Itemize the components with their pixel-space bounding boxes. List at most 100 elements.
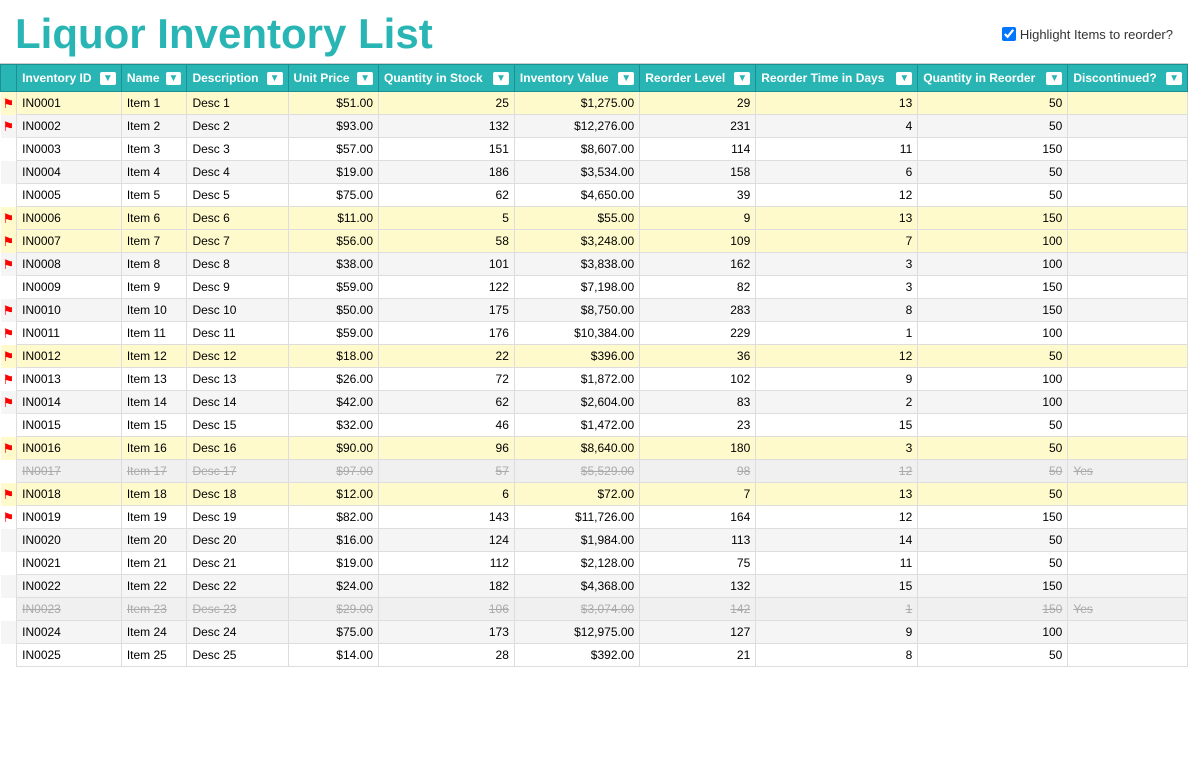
table-cell xyxy=(1068,575,1188,598)
filter-discontinued[interactable]: ▼ xyxy=(1166,72,1182,85)
highlight-label[interactable]: Highlight Items to reorder? xyxy=(1020,27,1173,42)
table-cell: 98 xyxy=(640,460,756,483)
table-cell: IN0003 xyxy=(17,138,122,161)
table-cell: Item 25 xyxy=(121,644,187,667)
col-header-qty-stock: Quantity in Stock ▼ xyxy=(379,65,515,92)
table-cell: $59.00 xyxy=(288,276,378,299)
table-cell: 58 xyxy=(379,230,515,253)
table-row: IN0015Item 15Desc 15$32.0046$1,472.00231… xyxy=(1,414,1188,437)
flag-cell xyxy=(1,552,17,575)
table-cell: 25 xyxy=(379,92,515,115)
table-cell xyxy=(1068,529,1188,552)
table-row: ⚑IN0018Item 18Desc 18$12.006$72.0071350 xyxy=(1,483,1188,506)
table-cell: $12.00 xyxy=(288,483,378,506)
filter-inv-value[interactable]: ▼ xyxy=(618,72,634,85)
flag-icon: ⚑ xyxy=(3,119,15,134)
table-cell: $82.00 xyxy=(288,506,378,529)
table-cell: $75.00 xyxy=(288,621,378,644)
table-cell: Desc 2 xyxy=(187,115,288,138)
table-cell: 62 xyxy=(379,184,515,207)
filter-id[interactable]: ▼ xyxy=(100,72,116,85)
table-cell: $1,984.00 xyxy=(514,529,639,552)
table-cell: $12,276.00 xyxy=(514,115,639,138)
table-cell: $3,074.00 xyxy=(514,598,639,621)
table-cell: Item 24 xyxy=(121,621,187,644)
table-cell: 100 xyxy=(918,230,1068,253)
table-cell: Item 6 xyxy=(121,207,187,230)
filter-description[interactable]: ▼ xyxy=(267,72,283,85)
table-cell: 100 xyxy=(918,368,1068,391)
flag-icon: ⚑ xyxy=(3,395,15,410)
table-cell: 83 xyxy=(640,391,756,414)
table-cell: Item 8 xyxy=(121,253,187,276)
table-cell: $57.00 xyxy=(288,138,378,161)
table-cell: Item 5 xyxy=(121,184,187,207)
table-row: ⚑IN0007Item 7Desc 7$56.0058$3,248.001097… xyxy=(1,230,1188,253)
filter-qty-reorder[interactable]: ▼ xyxy=(1046,72,1062,85)
table-cell: Desc 9 xyxy=(187,276,288,299)
table-cell: 283 xyxy=(640,299,756,322)
table-cell: 6 xyxy=(379,483,515,506)
filter-name[interactable]: ▼ xyxy=(166,72,182,85)
table-cell: 7 xyxy=(640,483,756,506)
table-cell: Desc 1 xyxy=(187,92,288,115)
table-cell: IN0008 xyxy=(17,253,122,276)
table-cell: IN0002 xyxy=(17,115,122,138)
table-cell: $56.00 xyxy=(288,230,378,253)
table-row: ⚑IN0012Item 12Desc 12$18.0022$396.003612… xyxy=(1,345,1188,368)
table-cell: $2,128.00 xyxy=(514,552,639,575)
table-cell: 150 xyxy=(918,598,1068,621)
table-cell: $2,604.00 xyxy=(514,391,639,414)
table-cell: $55.00 xyxy=(514,207,639,230)
table-cell: 50 xyxy=(918,552,1068,575)
table-cell: $14.00 xyxy=(288,644,378,667)
table-cell: 186 xyxy=(379,161,515,184)
table-cell: Item 4 xyxy=(121,161,187,184)
flag-icon: ⚑ xyxy=(3,372,15,387)
table-cell: Item 1 xyxy=(121,92,187,115)
highlight-checkbox[interactable] xyxy=(1002,27,1016,41)
table-row: IN0021Item 21Desc 21$19.00112$2,128.0075… xyxy=(1,552,1188,575)
table-cell: Item 2 xyxy=(121,115,187,138)
table-cell: Desc 25 xyxy=(187,644,288,667)
table-cell: Desc 23 xyxy=(187,598,288,621)
table-cell: IN0012 xyxy=(17,345,122,368)
flag-cell: ⚑ xyxy=(1,368,17,391)
table-cell xyxy=(1068,368,1188,391)
table-cell: 50 xyxy=(918,414,1068,437)
table-cell: IN0005 xyxy=(17,184,122,207)
table-cell: 124 xyxy=(379,529,515,552)
table-cell: 50 xyxy=(918,184,1068,207)
filter-reorder-time[interactable]: ▼ xyxy=(896,72,912,85)
col-header-discontinued: Discontinued? ▼ xyxy=(1068,65,1188,92)
table-cell: $3,534.00 xyxy=(514,161,639,184)
table-cell xyxy=(1068,621,1188,644)
flag-icon: ⚑ xyxy=(3,234,15,249)
table-cell: 36 xyxy=(640,345,756,368)
table-cell: Desc 20 xyxy=(187,529,288,552)
filter-unit-price[interactable]: ▼ xyxy=(357,72,373,85)
table-cell: $50.00 xyxy=(288,299,378,322)
table-row: IN0009Item 9Desc 9$59.00122$7,198.008231… xyxy=(1,276,1188,299)
flag-cell: ⚑ xyxy=(1,506,17,529)
table-cell: Item 9 xyxy=(121,276,187,299)
table-cell: $93.00 xyxy=(288,115,378,138)
table-cell: IN0017 xyxy=(17,460,122,483)
table-cell: IN0004 xyxy=(17,161,122,184)
table-cell: 1 xyxy=(756,322,918,345)
page-title: Liquor Inventory List xyxy=(15,10,433,58)
table-cell: 176 xyxy=(379,322,515,345)
table-cell: 6 xyxy=(756,161,918,184)
table-cell: IN0021 xyxy=(17,552,122,575)
table-cell: Yes xyxy=(1068,598,1188,621)
table-cell: 50 xyxy=(918,644,1068,667)
filter-reorder-level[interactable]: ▼ xyxy=(734,72,750,85)
filter-qty-stock[interactable]: ▼ xyxy=(493,72,509,85)
table-cell: Desc 16 xyxy=(187,437,288,460)
table-cell: $19.00 xyxy=(288,161,378,184)
table-cell: 9 xyxy=(756,368,918,391)
table-cell: $51.00 xyxy=(288,92,378,115)
table-cell: 175 xyxy=(379,299,515,322)
flag-icon: ⚑ xyxy=(3,510,15,525)
table-cell: $42.00 xyxy=(288,391,378,414)
